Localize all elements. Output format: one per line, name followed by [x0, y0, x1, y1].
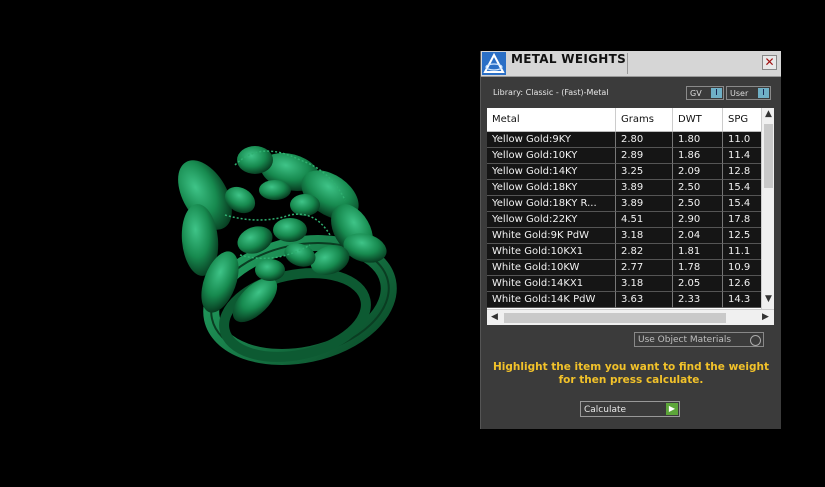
- column-header-grams[interactable]: Grams: [616, 108, 673, 131]
- cell-spg: 12.5: [723, 228, 761, 244]
- cell-spg: 12.6: [723, 276, 761, 292]
- table-row[interactable]: Yellow Gold:18KY R... 3.89 2.50 15.4: [487, 196, 761, 212]
- ring-model[interactable]: [0, 0, 480, 483]
- use-object-materials-label: Use Object Materials: [638, 335, 732, 345]
- table-row[interactable]: White Gold:10KX1 2.82 1.81 11.1: [487, 244, 761, 260]
- cell-dwt: 1.86: [673, 148, 723, 164]
- panel-title: METAL WEIGHTS: [511, 52, 627, 66]
- cell-grams: 2.89: [616, 148, 673, 164]
- cell-metal: Yellow Gold:14KY: [487, 164, 616, 180]
- table-row[interactable]: Yellow Gold:18KY 3.89 2.50 15.4: [487, 180, 761, 196]
- cell-dwt: 1.80: [673, 132, 723, 148]
- cell-grams: 3.89: [616, 196, 673, 212]
- cell-dwt: 2.09: [673, 164, 723, 180]
- table-row[interactable]: Yellow Gold:10KY 2.89 1.86 11.4: [487, 148, 761, 164]
- table-row[interactable]: White Gold:9K PdW 3.18 2.04 12.5: [487, 228, 761, 244]
- cell-grams: 3.89: [616, 180, 673, 196]
- user-toggle[interactable]: User I: [726, 86, 771, 100]
- cell-spg: 15.4: [723, 196, 761, 212]
- cell-grams: 2.82: [616, 244, 673, 260]
- instruction-line-2: for then press calculate.: [558, 374, 704, 386]
- cell-grams: 2.80: [616, 132, 673, 148]
- instruction-line-1: Highlight the item you want to find the …: [493, 361, 769, 373]
- title-separator: [627, 53, 628, 74]
- user-toggle-label: User: [730, 89, 749, 98]
- close-icon[interactable]: ✕: [762, 55, 777, 70]
- gv-toggle-indicator: I: [711, 88, 722, 98]
- table-header: Metal Grams DWT SPG: [487, 108, 761, 132]
- app-logo-icon: [482, 52, 506, 75]
- cell-dwt: 1.78: [673, 260, 723, 276]
- cell-metal: Yellow Gold:18KY: [487, 180, 616, 196]
- cell-grams: 3.25: [616, 164, 673, 180]
- scroll-left-icon[interactable]: ◀: [491, 312, 498, 322]
- cell-grams: 4.51: [616, 212, 673, 228]
- column-header-dwt[interactable]: DWT: [673, 108, 723, 131]
- column-header-metal[interactable]: Metal: [487, 108, 616, 131]
- cell-grams: 2.77: [616, 260, 673, 276]
- use-object-materials-option[interactable]: Use Object Materials: [634, 332, 764, 347]
- cell-metal: Yellow Gold:22KY: [487, 212, 616, 228]
- horizontal-scroll-thumb[interactable]: [504, 313, 726, 323]
- cell-grams: 3.18: [616, 276, 673, 292]
- table-row[interactable]: Yellow Gold:9KY 2.80 1.80 11.0: [487, 132, 761, 148]
- horizontal-scrollbar[interactable]: ◀ ▶: [487, 309, 774, 325]
- cell-spg: 11.0: [723, 132, 761, 148]
- cell-spg: 15.4: [723, 180, 761, 196]
- cell-dwt: 2.04: [673, 228, 723, 244]
- scroll-right-icon[interactable]: ▶: [762, 312, 769, 322]
- cell-spg: 11.1: [723, 244, 761, 260]
- cell-metal: White Gold:14K PdW: [487, 292, 616, 308]
- calculate-button[interactable]: Calculate ▶: [580, 401, 680, 417]
- 3d-viewport[interactable]: [0, 0, 480, 483]
- cell-spg: 11.4: [723, 148, 761, 164]
- radio-icon[interactable]: [750, 335, 761, 346]
- cell-metal: White Gold:9K PdW: [487, 228, 616, 244]
- cell-metal: White Gold:14KX1: [487, 276, 616, 292]
- library-label: Library: Classic - (Fast)-Metal: [493, 88, 609, 97]
- cell-dwt: 2.05: [673, 276, 723, 292]
- cell-metal: White Gold:10KW: [487, 260, 616, 276]
- cell-spg: 17.8: [723, 212, 761, 228]
- cell-spg: 14.3: [723, 292, 761, 308]
- gv-toggle[interactable]: GV I: [686, 86, 724, 100]
- cell-metal: White Gold:10KX1: [487, 244, 616, 260]
- cell-metal: Yellow Gold:18KY R...: [487, 196, 616, 212]
- table-row[interactable]: White Gold:14K PdW 3.63 2.33 14.3: [487, 292, 761, 308]
- cell-grams: 3.18: [616, 228, 673, 244]
- cell-metal: Yellow Gold:10KY: [487, 148, 616, 164]
- metal-weights-panel: METAL WEIGHTS ✕ Library: Classic - (Fast…: [480, 51, 781, 429]
- cell-dwt: 2.50: [673, 196, 723, 212]
- cell-metal: Yellow Gold:9KY: [487, 132, 616, 148]
- table-row[interactable]: White Gold:14KX1 3.18 2.05 12.6: [487, 276, 761, 292]
- instruction-text: Highlight the item you want to find the …: [491, 361, 771, 387]
- user-toggle-indicator: I: [758, 88, 769, 98]
- vertical-scroll-thumb[interactable]: [764, 124, 773, 188]
- cell-spg: 10.9: [723, 260, 761, 276]
- panel-titlebar[interactable]: METAL WEIGHTS ✕: [481, 51, 781, 77]
- table-row[interactable]: White Gold:10KW 2.77 1.78 10.9: [487, 260, 761, 276]
- cell-spg: 12.8: [723, 164, 761, 180]
- column-header-spg[interactable]: SPG: [723, 108, 761, 131]
- cell-dwt: 1.81: [673, 244, 723, 260]
- metal-table[interactable]: Metal Grams DWT SPG Yellow Gold:9KY 2.80 1…: [487, 108, 774, 325]
- cell-grams: 3.63: [616, 292, 673, 308]
- calculate-label: Calculate: [584, 405, 627, 415]
- cell-dwt: 2.90: [673, 212, 723, 228]
- gv-toggle-label: GV: [690, 89, 702, 98]
- cell-dwt: 2.50: [673, 180, 723, 196]
- table-row[interactable]: Yellow Gold:22KY 4.51 2.90 17.8: [487, 212, 761, 228]
- play-icon[interactable]: ▶: [666, 403, 678, 415]
- cell-dwt: 2.33: [673, 292, 723, 308]
- scroll-up-icon[interactable]: ▲: [765, 109, 772, 119]
- vertical-scrollbar[interactable]: ▲ ▼: [761, 108, 774, 309]
- scroll-down-icon[interactable]: ▼: [765, 294, 772, 304]
- table-row[interactable]: Yellow Gold:14KY 3.25 2.09 12.8: [487, 164, 761, 180]
